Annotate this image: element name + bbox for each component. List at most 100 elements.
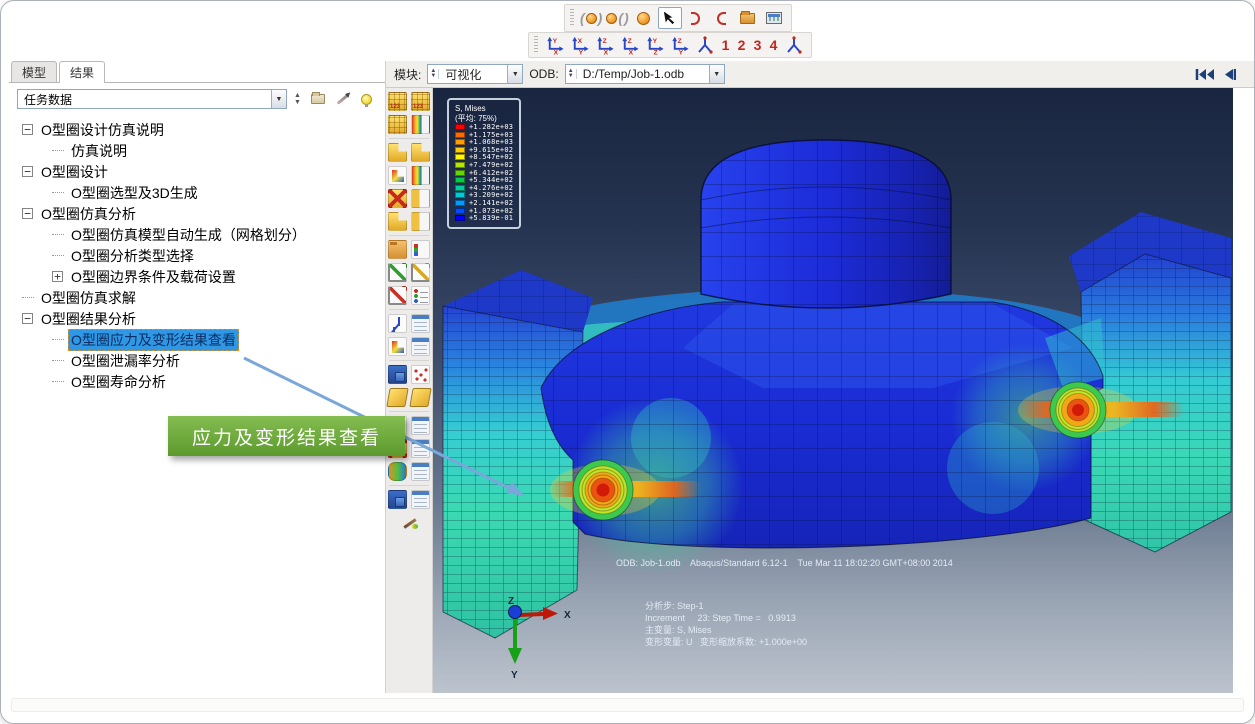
probe-dialog-icon[interactable]	[411, 337, 430, 356]
tree-item[interactable]: 仿真说明	[9, 140, 385, 161]
viewport-monitor-icon[interactable]	[762, 7, 786, 29]
orientation-options-icon[interactable]	[411, 212, 430, 231]
view-preset-3-button[interactable]: 3	[750, 34, 765, 56]
stress-markers-icon[interactable]	[411, 365, 430, 384]
view-cut-manager-icon[interactable]	[388, 365, 407, 384]
session-folder-icon[interactable]	[736, 7, 760, 29]
tree-item[interactable]: O型圈泄漏率分析	[9, 350, 385, 371]
toolbar-grip[interactable]	[570, 9, 574, 27]
tree-item[interactable]: −O型圈仿真分析	[9, 203, 385, 224]
view-yz-button[interactable]: YZ	[643, 34, 667, 56]
chevron-down-icon[interactable]: ▼	[709, 65, 724, 83]
view-yx-button[interactable]: YX	[543, 34, 567, 56]
plot-contours-icon[interactable]	[388, 166, 407, 185]
plot-undeformed-icon[interactable]	[388, 143, 407, 162]
xy-operate-icon[interactable]	[388, 286, 407, 305]
animation-options-icon[interactable]	[411, 416, 430, 435]
field-output-icon[interactable]	[388, 115, 407, 134]
skip-to-start-icon[interactable]	[1194, 68, 1214, 81]
plot-symbols-icon[interactable]	[388, 189, 407, 208]
tree-item[interactable]: −O型圈设计仿真说明	[9, 119, 385, 140]
tree-item[interactable]: O型圈仿真模型自动生成（网格划分）	[9, 224, 385, 245]
tab-结果[interactable]: 结果	[59, 61, 105, 83]
redo-icon[interactable]	[710, 7, 734, 29]
tree-item[interactable]: O型圈选型及3D生成	[9, 182, 385, 203]
lightbulb-icon[interactable]	[356, 90, 376, 108]
xy-data-create-icon[interactable]	[388, 263, 407, 282]
module-spinner[interactable]: ▲▼	[428, 69, 439, 79]
plot-deformed-icon[interactable]	[411, 143, 430, 162]
odb-select[interactable]: ▲▼ D:/Temp/Job-1.odb ▼	[565, 64, 725, 84]
odb-history-icon[interactable]	[388, 240, 407, 259]
create-path-icon[interactable]	[388, 314, 407, 333]
output-variables-icon[interactable]	[411, 240, 430, 259]
tree-item[interactable]: −O型圈结果分析	[9, 308, 385, 329]
display-group-manager-icon[interactable]	[409, 388, 431, 407]
tab-模型[interactable]: 模型	[11, 61, 57, 82]
viewport-3d[interactable]: S, Mises (平均: 75%) +1.282e+03+1.175e+03+…	[433, 88, 1233, 693]
step-back-icon[interactable]	[1222, 68, 1236, 81]
display-group-create-icon[interactable]	[386, 388, 408, 407]
chevron-down-icon[interactable]: ▼	[271, 90, 286, 108]
view-preset-2-button[interactable]: 2	[734, 34, 749, 56]
tree-spinner[interactable]: ▲▼	[291, 92, 304, 106]
rotate-view-icon[interactable]	[658, 7, 682, 29]
tree-item[interactable]: O型圈仿真求解	[9, 287, 385, 308]
collapse-icon[interactable]: −	[22, 208, 33, 219]
xy-manager-icon[interactable]	[411, 286, 430, 305]
context-bar: 模块: ▲▼ 可视化 ▼ ODB: ▲▼ D:/Temp/Job-1.odb ▼	[386, 61, 1254, 88]
spectrum-manager-icon[interactable]	[411, 115, 430, 134]
axes-options-button[interactable]	[782, 34, 806, 56]
view-xy-button[interactable]: XY	[568, 34, 592, 56]
view-zy-button[interactable]: ZY	[668, 34, 692, 56]
free-body-cut-icon[interactable]	[388, 462, 407, 481]
chevron-down-icon[interactable]: ▼	[507, 65, 522, 83]
tree-item[interactable]: O型圈分析类型选择	[9, 245, 385, 266]
perspective-a-icon[interactable]: ()	[579, 7, 603, 29]
task-data-select[interactable]: 任务数据 ▼	[17, 89, 287, 109]
collapse-icon[interactable]: −	[22, 124, 33, 135]
legend-swatch	[455, 177, 465, 183]
panel-tabs: 模型结果	[9, 61, 385, 82]
collapse-icon[interactable]: −	[22, 313, 33, 324]
path-manager-icon[interactable]	[411, 314, 430, 333]
annotation-brush-icon[interactable]	[400, 513, 419, 532]
element-labels-icon[interactable]	[388, 92, 407, 111]
ply-stack-plot-icon[interactable]	[388, 490, 407, 509]
expand-icon[interactable]: +	[52, 271, 63, 282]
tree-item[interactable]: +O型圈边界条件及载荷设置	[9, 266, 385, 287]
section-options-icon[interactable]	[411, 439, 430, 458]
task-data-value: 任务数据	[18, 91, 271, 108]
undo-icon[interactable]	[684, 7, 708, 29]
ply-stack-options-icon[interactable]	[411, 490, 430, 509]
svg-text:Z: Z	[628, 38, 632, 45]
tree-item[interactable]: O型圈应力及变形结果查看	[9, 329, 385, 350]
contour-options-icon[interactable]	[411, 166, 430, 185]
node-labels-icon[interactable]	[411, 92, 430, 111]
collapse-icon[interactable]: −	[22, 166, 33, 177]
edit-pencil-icon[interactable]	[332, 90, 352, 108]
tree-connector	[52, 255, 64, 256]
odb-spinner[interactable]: ▲▼	[566, 69, 577, 79]
view-preset-4-button[interactable]: 4	[766, 34, 781, 56]
free-body-options-icon[interactable]	[411, 462, 430, 481]
tree-toolbar: 任务数据 ▼ ▲▼	[17, 89, 379, 109]
custom-view-axes-button[interactable]	[693, 34, 717, 56]
view-zx-button[interactable]: ZX	[593, 34, 617, 56]
perspective-b-icon[interactable]: ()	[605, 7, 629, 29]
xy-data-plot-icon[interactable]	[411, 263, 430, 282]
folder-up-icon[interactable]	[308, 90, 328, 108]
shaded-sphere-icon[interactable]	[632, 7, 656, 29]
module-select[interactable]: ▲▼ 可视化 ▼	[427, 64, 523, 84]
legend-swatch	[455, 162, 465, 168]
toolbar-grip[interactable]	[534, 36, 538, 54]
symbol-options-icon[interactable]	[411, 189, 430, 208]
material-orientations-icon[interactable]	[388, 212, 407, 231]
tree-item[interactable]: O型圈寿命分析	[9, 371, 385, 392]
tree-item-label: O型圈设计	[38, 161, 111, 183]
state-line: 主变量: S, Mises	[645, 624, 807, 636]
tree-item[interactable]: −O型圈设计	[9, 161, 385, 182]
probe-values-icon[interactable]	[388, 337, 407, 356]
view-zx-button[interactable]: ZX	[618, 34, 642, 56]
view-preset-1-button[interactable]: 1	[718, 34, 733, 56]
